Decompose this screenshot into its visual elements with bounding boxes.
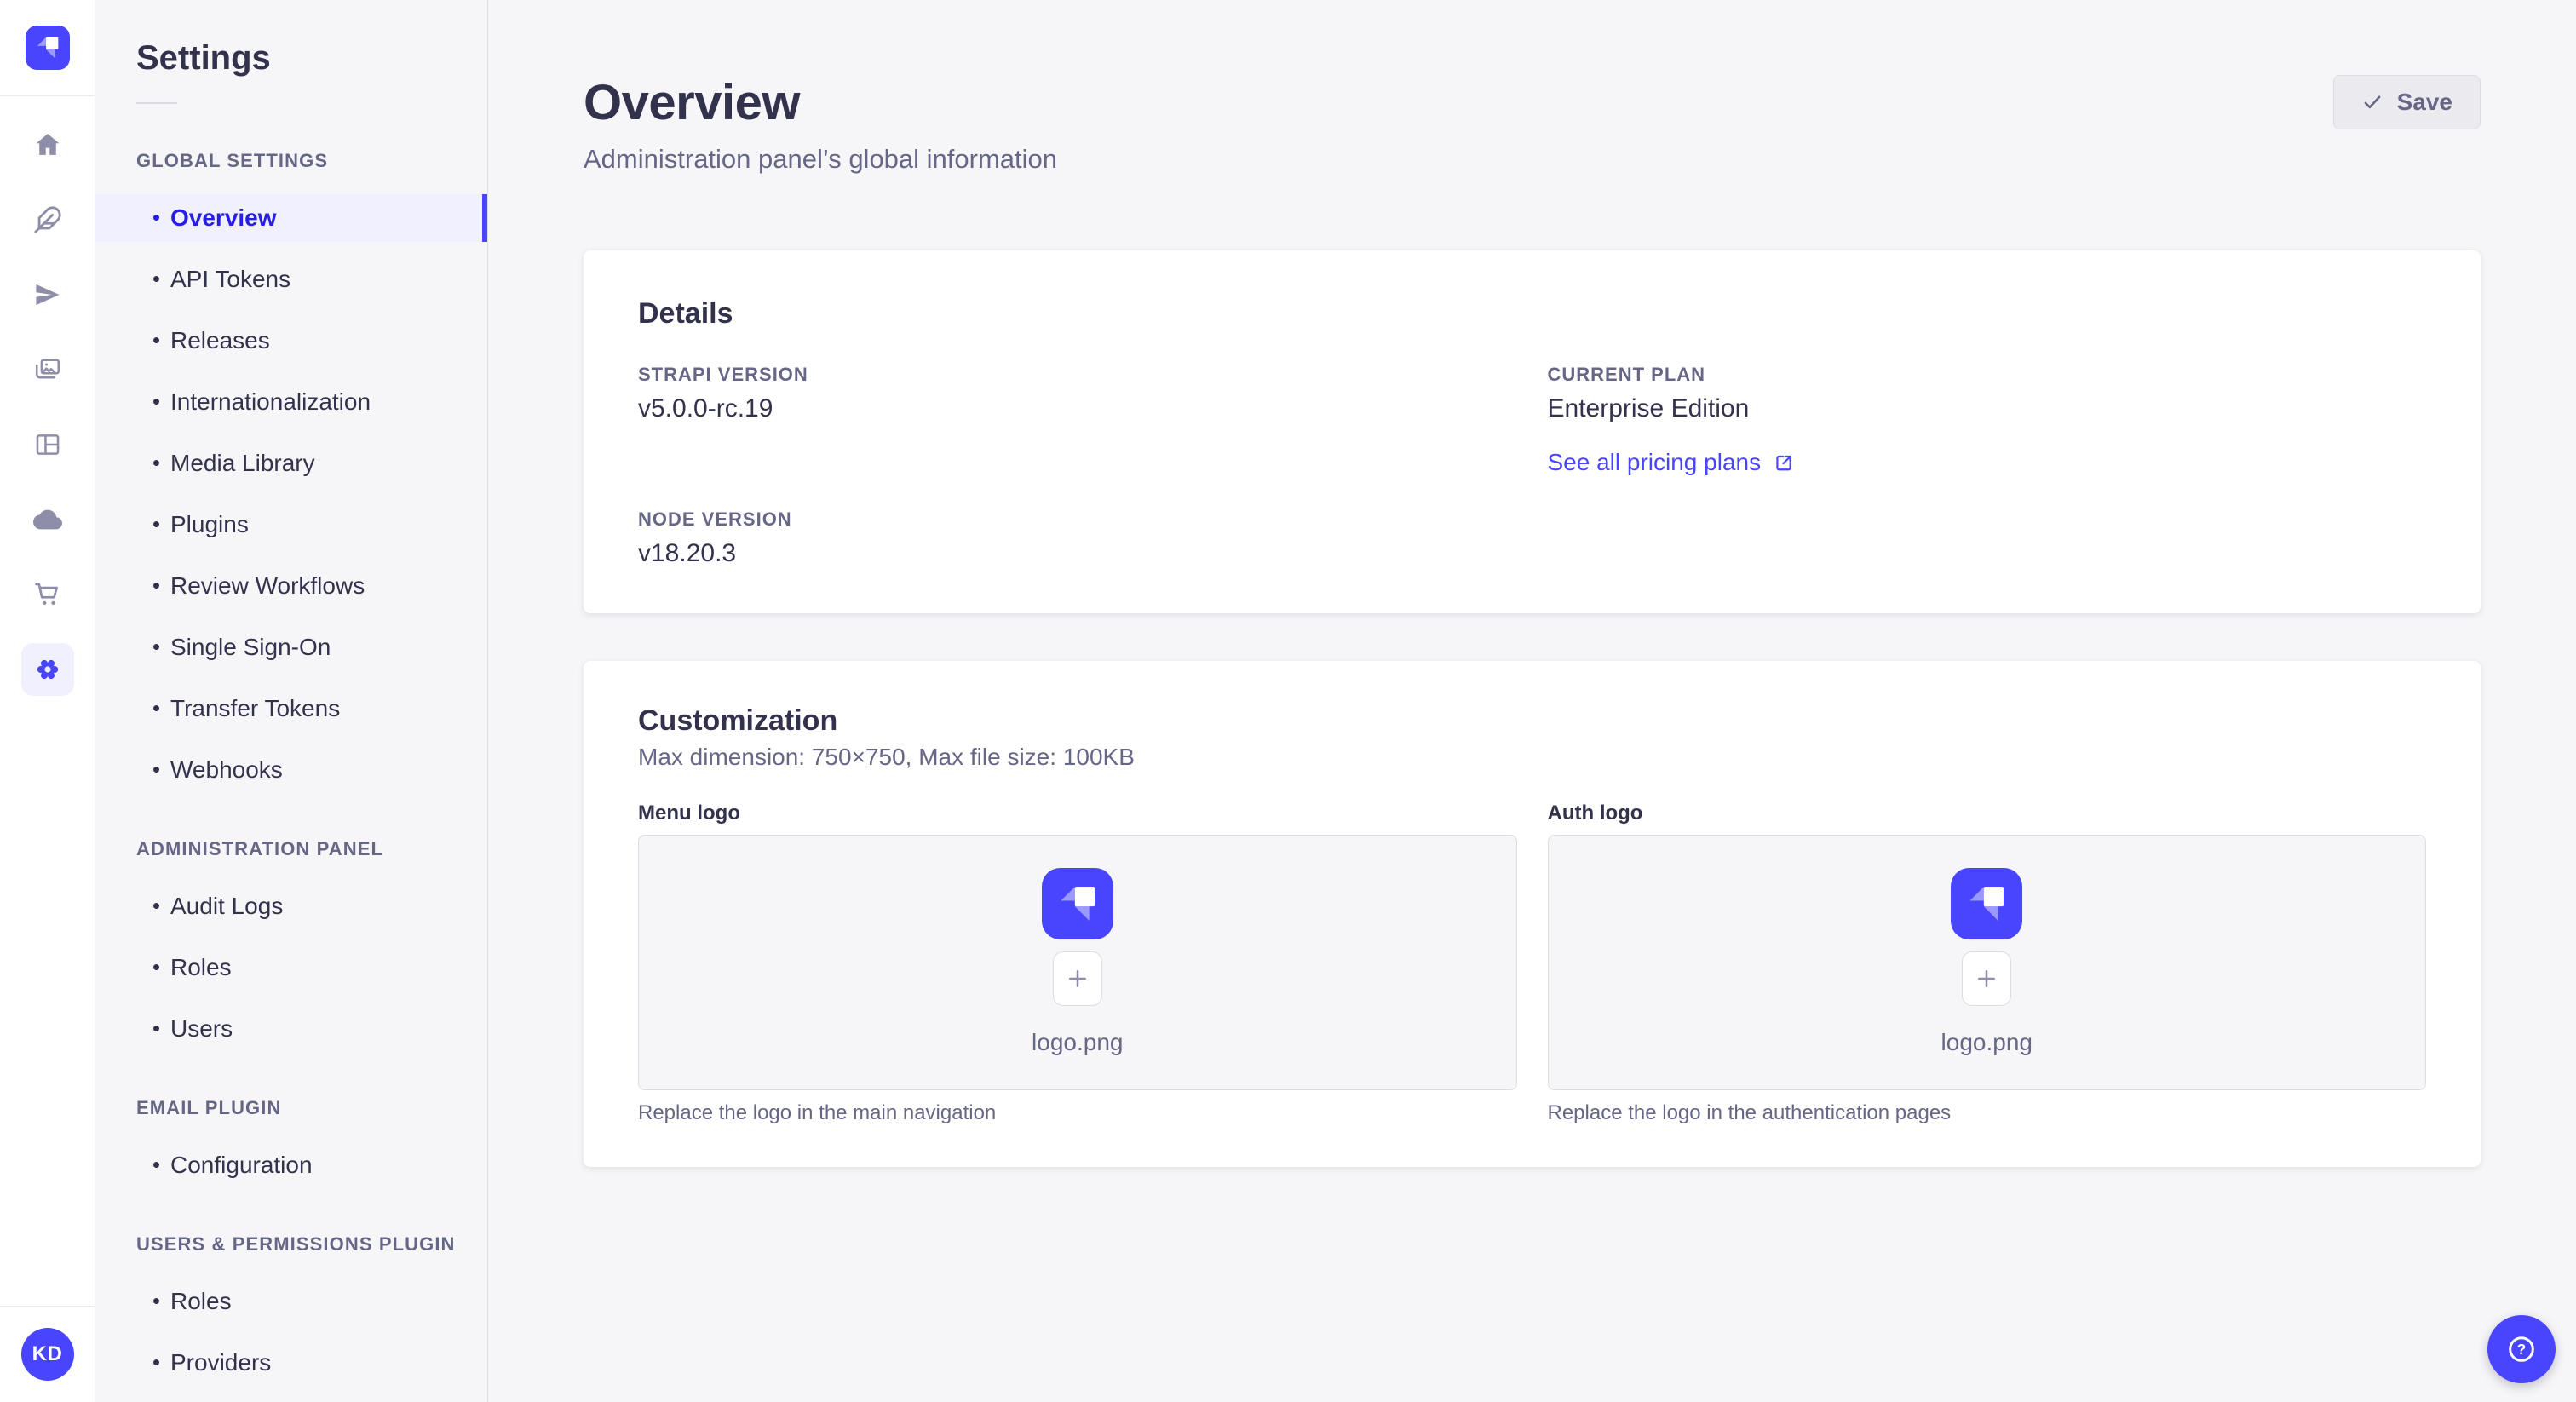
nav-home[interactable] <box>21 118 74 171</box>
current-plan-value: Enterprise Edition <box>1547 394 1750 422</box>
subnav-item-releases[interactable]: Releases <box>95 317 487 365</box>
paper-plane-icon <box>35 284 60 306</box>
auth-logo-field: Auth logo logo.png Replace the logo in t… <box>1547 801 2426 1126</box>
subnav-item-overview[interactable]: Overview <box>95 194 487 242</box>
cart-icon <box>34 583 58 606</box>
section-users-permissions-plugin: USERS & PERMISSIONS PLUGIN Roles Provide… <box>95 1233 487 1387</box>
add-menu-logo-button[interactable] <box>1052 951 1102 1006</box>
nav-media-library[interactable] <box>21 343 74 396</box>
strapi-version-field: STRAPI VERSION v5.0.0-rc.19 <box>638 363 1517 477</box>
add-auth-logo-button[interactable] <box>1962 951 2012 1006</box>
help-button[interactable]: ? <box>2487 1315 2556 1383</box>
nav-settings[interactable] <box>20 643 74 696</box>
app-root: KD Settings GLOBAL SETTINGS Overview API… <box>0 0 2576 1402</box>
auth-logo-preview <box>1951 868 2023 939</box>
details-card: Details STRAPI VERSION v5.0.0-rc.19 CURR… <box>584 250 2481 613</box>
nav-marketplace[interactable] <box>21 568 74 621</box>
strapi-version-value: v5.0.0-rc.19 <box>638 394 773 422</box>
subnav-item-media-library[interactable]: Media Library <box>95 440 487 487</box>
subnav-item-api-tokens[interactable]: API Tokens <box>95 256 487 303</box>
settings-subnav: Settings GLOBAL SETTINGS Overview API To… <box>95 0 488 1402</box>
strapi-logo-button[interactable] <box>25 26 70 70</box>
main-content: Overview Administration panel’s global i… <box>488 0 2576 1402</box>
feather-icon <box>33 206 61 233</box>
pricing-plans-link[interactable]: See all pricing plans <box>1548 448 1796 477</box>
cloud-icon <box>32 509 62 530</box>
menu-logo-dropzone[interactable]: logo.png <box>638 835 1517 1090</box>
menu-logo-preview <box>1041 868 1113 939</box>
subnav-item-up-roles[interactable]: Roles <box>95 1278 487 1325</box>
external-link-icon <box>1776 455 1791 471</box>
section-label: USERS & PERMISSIONS PLUGIN <box>136 1233 456 1255</box>
section-administration-panel: ADMINISTRATION PANEL Audit Logs Roles Us… <box>95 838 487 1053</box>
details-title: Details <box>638 297 733 330</box>
page-subtitle: Administration panel’s global informatio… <box>584 144 1058 174</box>
subnav-item-audit-logs[interactable]: Audit Logs <box>95 882 487 930</box>
strapi-logo-icon <box>25 26 70 70</box>
auth-logo-filename: logo.png <box>1941 1029 2033 1055</box>
customization-title: Customization <box>638 704 838 737</box>
check-icon <box>2364 95 2381 109</box>
menu-logo-filename: logo.png <box>1032 1029 1124 1055</box>
images-icon <box>35 359 60 379</box>
save-button[interactable]: Save <box>2332 75 2481 129</box>
subnav-item-review-workflows[interactable]: Review Workflows <box>95 562 487 610</box>
plus-icon <box>1978 970 1996 987</box>
auth-logo-dropzone[interactable]: logo.png <box>1547 835 2426 1090</box>
current-plan-field: CURRENT PLAN Enterprise Edition See all … <box>1548 363 2427 477</box>
page-header: Overview Administration panel’s global i… <box>584 75 2481 175</box>
svg-text:?: ? <box>2517 1341 2527 1358</box>
home-icon <box>36 133 59 155</box>
settings-title: Settings <box>136 39 271 77</box>
menu-logo-hint: Replace the logo in the main navigation <box>638 1101 997 1124</box>
section-label: GLOBAL SETTINGS <box>136 150 329 171</box>
section-global-settings: GLOBAL SETTINGS Overview API Tokens Rele… <box>95 150 487 794</box>
subnav-item-single-sign-on[interactable]: Single Sign-On <box>95 623 487 671</box>
strapi-logo-icon <box>1041 868 1113 939</box>
plus-icon <box>1068 970 1086 987</box>
nav-releases[interactable] <box>21 268 74 321</box>
rail-nav <box>0 96 95 1306</box>
subnav-item-up-providers[interactable]: Providers <box>95 1339 487 1387</box>
main-nav-rail: KD <box>0 0 95 1402</box>
section-label: ADMINISTRATION PANEL <box>136 838 384 859</box>
layout-icon <box>36 434 59 455</box>
customization-card: Customization Max dimension: 750×750, Ma… <box>584 661 2481 1167</box>
subnav-item-plugins[interactable]: Plugins <box>95 501 487 549</box>
auth-logo-hint: Replace the logo in the authentication p… <box>1547 1101 1952 1124</box>
section-label: EMAIL PLUGIN <box>136 1097 282 1118</box>
nav-cloud[interactable] <box>21 493 74 546</box>
section-email-plugin: EMAIL PLUGIN Configuration <box>95 1097 487 1189</box>
menu-logo-field: Menu logo logo.png Replace the logo in t… <box>638 801 1517 1126</box>
page-title: Overview <box>584 75 800 130</box>
rail-footer: KD <box>0 1306 95 1402</box>
strapi-logo-icon <box>1951 868 2023 939</box>
subnav-item-webhooks[interactable]: Webhooks <box>95 746 487 794</box>
nav-content-type-builder[interactable] <box>21 418 74 471</box>
nav-content-manager[interactable] <box>21 193 74 246</box>
logo-section <box>0 0 95 96</box>
node-version-value: v18.20.3 <box>638 539 737 567</box>
subnav-item-admin-users[interactable]: Users <box>95 1005 487 1053</box>
question-mark-icon: ? <box>2509 1336 2534 1362</box>
title-divider <box>136 102 177 104</box>
subnav-item-internationalization[interactable]: Internationalization <box>95 378 487 426</box>
customization-subtitle: Max dimension: 750×750, Max file size: 1… <box>638 744 1135 770</box>
gear-icon <box>37 659 58 680</box>
subnav-item-admin-roles[interactable]: Roles <box>95 944 487 991</box>
settings-nav: GLOBAL SETTINGS Overview API Tokens Rele… <box>95 150 487 1387</box>
node-version-field: NODE VERSION v18.20.3 <box>638 508 1517 569</box>
subnav-item-email-configuration[interactable]: Configuration <box>95 1141 487 1189</box>
subnav-item-transfer-tokens[interactable]: Transfer Tokens <box>95 685 487 733</box>
avatar[interactable]: KD <box>20 1328 74 1381</box>
